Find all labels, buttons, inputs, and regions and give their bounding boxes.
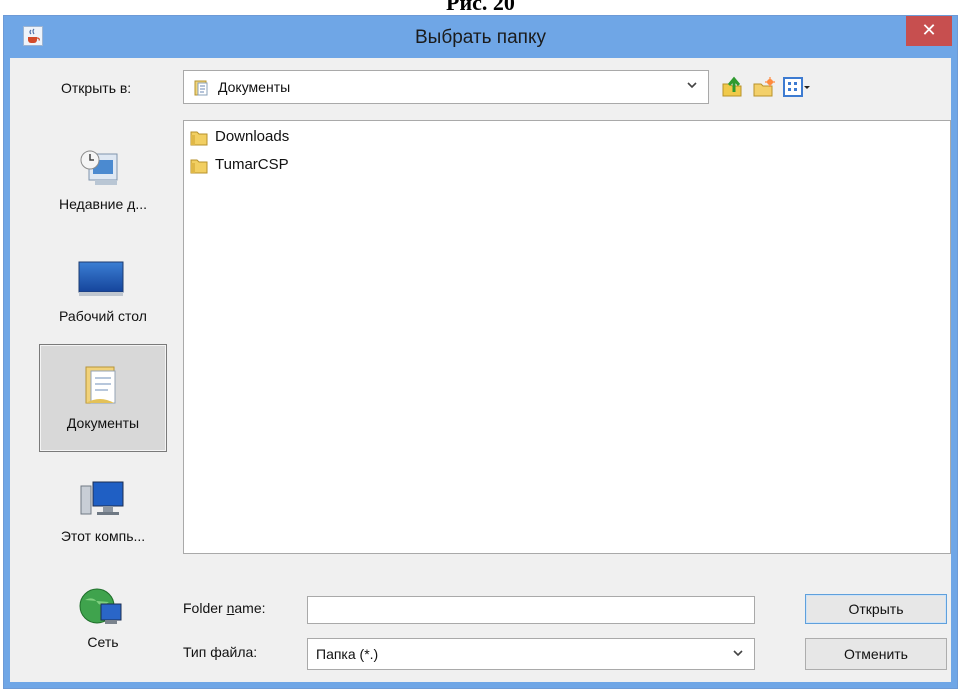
place-recent[interactable]: Недавние д... — [39, 130, 167, 236]
open-button[interactable]: Открыть — [805, 594, 947, 624]
place-label: Рабочий стол — [59, 308, 147, 324]
dialog-body: Открыть в: Документы Недавние д... Рабоч… — [10, 58, 951, 682]
folder-icon — [190, 130, 208, 150]
up-folder-icon — [721, 76, 745, 102]
place-network[interactable]: Сеть — [39, 574, 167, 680]
file-list[interactable]: Downloads TumarCSP — [183, 120, 951, 554]
list-item[interactable]: TumarCSP — [190, 156, 350, 176]
place-desktop[interactable]: Рабочий стол — [39, 240, 167, 346]
place-label: Недавние д... — [58, 196, 148, 212]
documents-icon — [76, 363, 128, 407]
folder-name-label: Folder name: — [183, 600, 266, 616]
folder-name-label-part: Folder — [183, 600, 227, 616]
desktop-icon — [75, 258, 127, 302]
file-name: TumarCSP — [215, 156, 289, 173]
place-documents[interactable]: Документы — [39, 344, 167, 452]
place-label: Этот компь... — [60, 528, 146, 544]
new-folder-button[interactable] — [752, 76, 776, 103]
close-icon: ✕ — [921, 20, 937, 40]
folder-chooser-dialog: Выбрать папку ✕ Открыть в: Документы Нед… — [3, 15, 958, 689]
network-icon — [75, 586, 127, 630]
window-title: Выбрать папку — [415, 27, 546, 48]
chevron-down-icon — [686, 79, 698, 94]
recent-documents-icon — [75, 146, 127, 190]
place-label: Документы — [66, 415, 140, 431]
new-folder-icon — [752, 77, 776, 102]
look-in-value: Документы — [218, 79, 291, 95]
title-bar[interactable]: Выбрать папку ✕ — [4, 16, 957, 58]
cancel-button[interactable]: Отменить — [805, 638, 947, 670]
file-type-label: Тип файла: — [183, 644, 258, 660]
file-name: Downloads — [215, 128, 290, 145]
folder-icon — [190, 158, 208, 178]
chevron-down-icon — [732, 647, 744, 662]
up-folder-button[interactable] — [721, 76, 745, 103]
close-button[interactable]: ✕ — [906, 16, 952, 46]
view-menu-icon — [783, 77, 811, 102]
look-in-label: Открыть в: — [61, 80, 132, 96]
computer-icon — [75, 478, 127, 522]
file-type-combo[interactable]: Папка (*.) — [307, 638, 755, 670]
documents-folder-icon — [193, 79, 211, 100]
place-label: Сеть — [87, 634, 119, 650]
folder-name-input[interactable] — [307, 596, 755, 624]
list-item[interactable]: Downloads — [190, 128, 350, 148]
figure-caption: Рис. 20 — [446, 0, 515, 15]
view-menu-button[interactable] — [783, 76, 811, 103]
folder-name-label-part: ame: — [234, 600, 266, 616]
place-computer[interactable]: Этот компь... — [39, 464, 167, 570]
look-in-combo[interactable]: Документы — [183, 70, 709, 104]
file-type-value: Папка (*.) — [316, 646, 379, 662]
